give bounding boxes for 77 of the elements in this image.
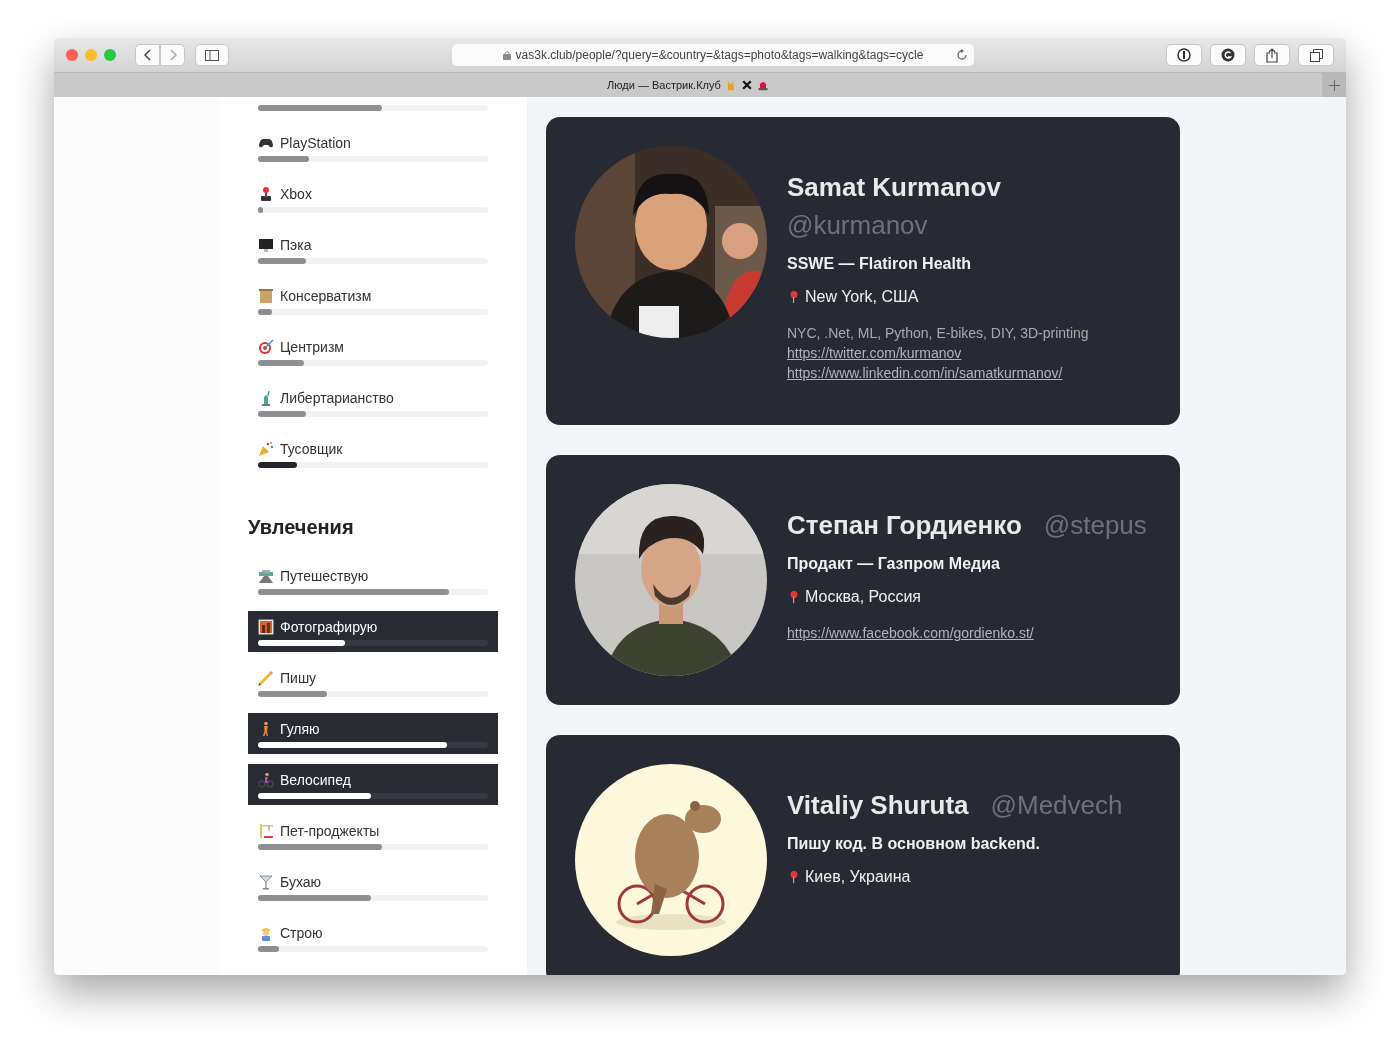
tag-label: Гуляю: [280, 720, 320, 738]
password-manager-button[interactable]: [1166, 44, 1202, 66]
tag-label: Xbox: [280, 185, 312, 203]
party-popper-icon: [258, 441, 274, 457]
ring-icon: [1177, 48, 1191, 62]
tag-label: Фотографирую: [280, 618, 378, 636]
tag-label: PlayStation: [280, 134, 351, 152]
reload-icon[interactable]: [956, 49, 968, 61]
tag-label: Строю: [280, 924, 323, 942]
sidebar-item[interactable]: Центризм: [248, 331, 498, 372]
sidebar-toggle-button[interactable]: [195, 44, 229, 66]
tabs-icon: [1309, 48, 1323, 62]
section-heading: Увлечения: [248, 515, 355, 540]
sidebar-icon: [205, 49, 219, 61]
person-name: Vitaliy Shuruta: [787, 789, 969, 822]
profile-link[interactable]: https://www.linkedin.com/in/samatkurmanov/: [787, 363, 1063, 383]
crane-icon: [258, 823, 274, 839]
tag-label: Бухаю: [280, 873, 321, 891]
tag-label: Путешествую: [280, 567, 369, 585]
person-bio: NYC, .Net, ML, Python, E-bikes, DIY, 3D-printing: [787, 324, 1090, 343]
address-bar[interactable]: vas3k.club/people/?query=&country=&tags=photo&tags=walking&tags=cycle: [452, 44, 974, 66]
lock-icon: [502, 50, 511, 60]
sidebar-item[interactable]: Пишу: [248, 662, 498, 703]
profile-link[interactable]: https://twitter.com/kurmanov: [787, 343, 962, 363]
letter-circle-icon: [1221, 48, 1235, 62]
cocktail-glass-icon: [258, 874, 274, 890]
url-text: vas3k.club/people/?query=&country=&tags=photo&tags=walking&tags=cycle: [515, 47, 924, 64]
tag-label: Центризм: [280, 338, 344, 356]
close-window-icon[interactable]: [66, 49, 78, 61]
person-name: Samat Kurmanov: [787, 171, 1001, 204]
profile-link[interactable]: https://www.facebook.com/gordienko.st/: [787, 623, 1034, 643]
tabs-overview-button[interactable]: [1298, 44, 1334, 66]
forward-chevron-icon: [168, 49, 177, 61]
tag-label: Тусовщик: [280, 440, 343, 458]
sidebar-item[interactable]: Гуляю: [248, 713, 498, 754]
sidebar-item[interactable]: Фотографирую: [248, 611, 498, 652]
sidebar-item[interactable]: Пэка: [248, 229, 498, 270]
photo-icon: [258, 619, 274, 635]
sidebar-item[interactable]: Путешествую: [248, 560, 498, 601]
new-tab-button[interactable]: [1322, 73, 1346, 97]
person-position: SSWE — Flatiron Health: [787, 254, 972, 274]
person-position: Пишу код. В основном backend.: [787, 834, 1042, 854]
person-name: Степан Гордиенко: [787, 509, 1022, 542]
tag-label: Велосипед: [280, 771, 351, 789]
scroll-icon: [258, 288, 274, 304]
pencil-icon: [258, 670, 274, 686]
share-icon: [1266, 47, 1278, 63]
monitor-icon: [258, 237, 274, 253]
back-chevron-icon: [143, 49, 152, 61]
person-position: Продакт — Газпром Медиа: [787, 554, 1001, 574]
sidebar-item[interactable]: Xbox: [248, 178, 498, 219]
tag-label: Пет-проджекты: [280, 822, 380, 840]
cyclist-icon: [258, 772, 274, 788]
sidebar-item[interactable]: Велосипед: [248, 764, 498, 805]
person-location: New York, США: [805, 287, 919, 307]
joystick-icon: [258, 186, 274, 202]
tag-label: Пэка: [280, 236, 312, 254]
back-button[interactable]: [135, 44, 160, 66]
sidebar-item[interactable]: Строю: [248, 917, 498, 958]
person-location: Киев, Украина: [805, 867, 911, 887]
plus-icon: [1328, 79, 1340, 91]
sidebar-item[interactable]: PlayStation: [248, 127, 498, 168]
target-icon: [258, 339, 274, 355]
tab-title: Люди — Вастрик.Клуб: [607, 77, 721, 93]
road-icon: [258, 568, 274, 584]
share-button[interactable]: [1254, 44, 1290, 66]
sidebar-item[interactable]: Консерватизм: [248, 280, 498, 321]
tag-label: Пишу: [280, 669, 317, 687]
sidebar-item[interactable]: Бухаю: [248, 866, 498, 907]
tag-label: Либертарианство: [280, 389, 394, 407]
extension-button[interactable]: [1210, 44, 1246, 66]
maximize-window-icon[interactable]: [104, 49, 116, 61]
sidebar-item[interactable]: Пет-проджекты: [248, 815, 498, 856]
tag-label: Консерватизм: [280, 287, 372, 305]
sidebar-item[interactable]: Либертарианство: [248, 382, 498, 423]
person-location: Москва, Россия: [805, 587, 921, 607]
sidebar-item[interactable]: Тусовщик: [248, 433, 498, 474]
